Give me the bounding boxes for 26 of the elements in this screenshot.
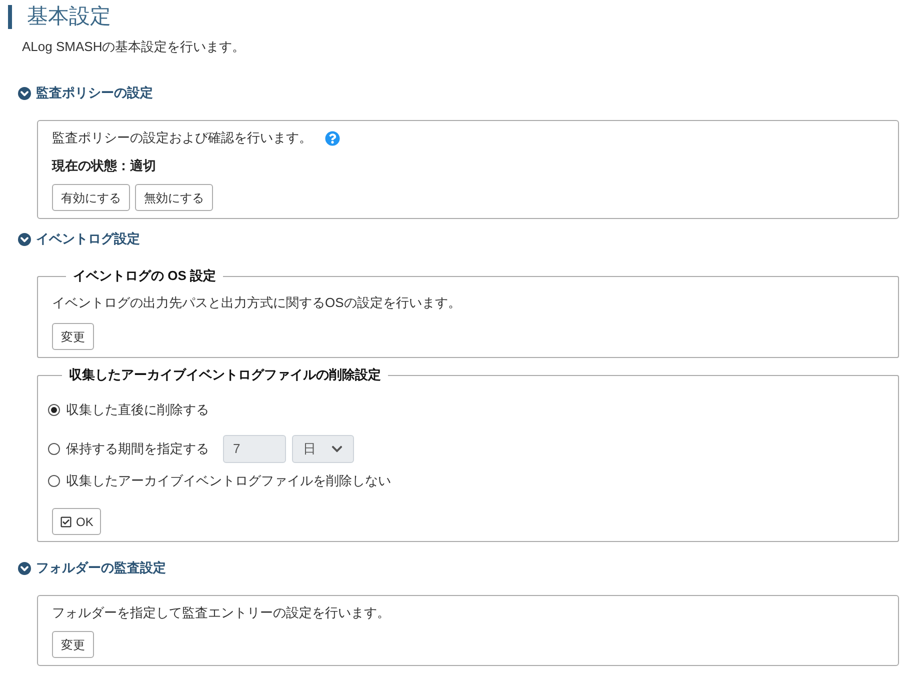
- page-description: ALog SMASHの基本設定を行います。: [22, 38, 246, 56]
- fieldset-description: イベントログの出力先パスと出力方式に関するOSの設定を行います。: [52, 294, 461, 312]
- action-button[interactable]: 変更: [52, 323, 94, 350]
- radio-label[interactable]: 保持する期間を指定する: [66, 440, 209, 458]
- action-button[interactable]: 無効にする: [135, 184, 213, 211]
- status-text: 現在の状態：適切: [52, 157, 156, 175]
- fieldset-legend: イベントログの OS 設定: [66, 267, 224, 285]
- action-button[interactable]: 有効にする: [52, 184, 130, 211]
- section-toggle[interactable]: イベントログ設定: [18, 230, 140, 248]
- ok-button[interactable]: OK: [52, 508, 102, 535]
- radio-button[interactable]: [48, 475, 60, 487]
- title-accent-bar: [8, 5, 12, 29]
- action-button[interactable]: 変更: [52, 631, 94, 658]
- checkbox-tick-icon: [60, 516, 72, 528]
- radio-button[interactable]: [48, 443, 60, 455]
- radio-label[interactable]: 収集した直後に削除する: [66, 401, 209, 419]
- panel-description: 監査ポリシーの設定および確認を行います。: [52, 129, 312, 147]
- fieldset-legend: 収集したアーカイブイベントログファイルの削除設定: [62, 366, 388, 384]
- chevron-down-icon: [331, 443, 343, 455]
- section-toggle[interactable]: フォルダーの監査設定: [18, 559, 166, 577]
- help-icon[interactable]: [325, 130, 340, 146]
- radio-label[interactable]: 収集したアーカイブイベントログファイルを削除しない: [66, 472, 391, 490]
- radio-button[interactable]: [48, 404, 60, 416]
- panel-description: フォルダーを指定して監査エントリーの設定を行います。: [52, 604, 390, 622]
- page-title: 基本設定: [27, 5, 111, 29]
- section-toggle[interactable]: 監査ポリシーの設定: [18, 84, 153, 102]
